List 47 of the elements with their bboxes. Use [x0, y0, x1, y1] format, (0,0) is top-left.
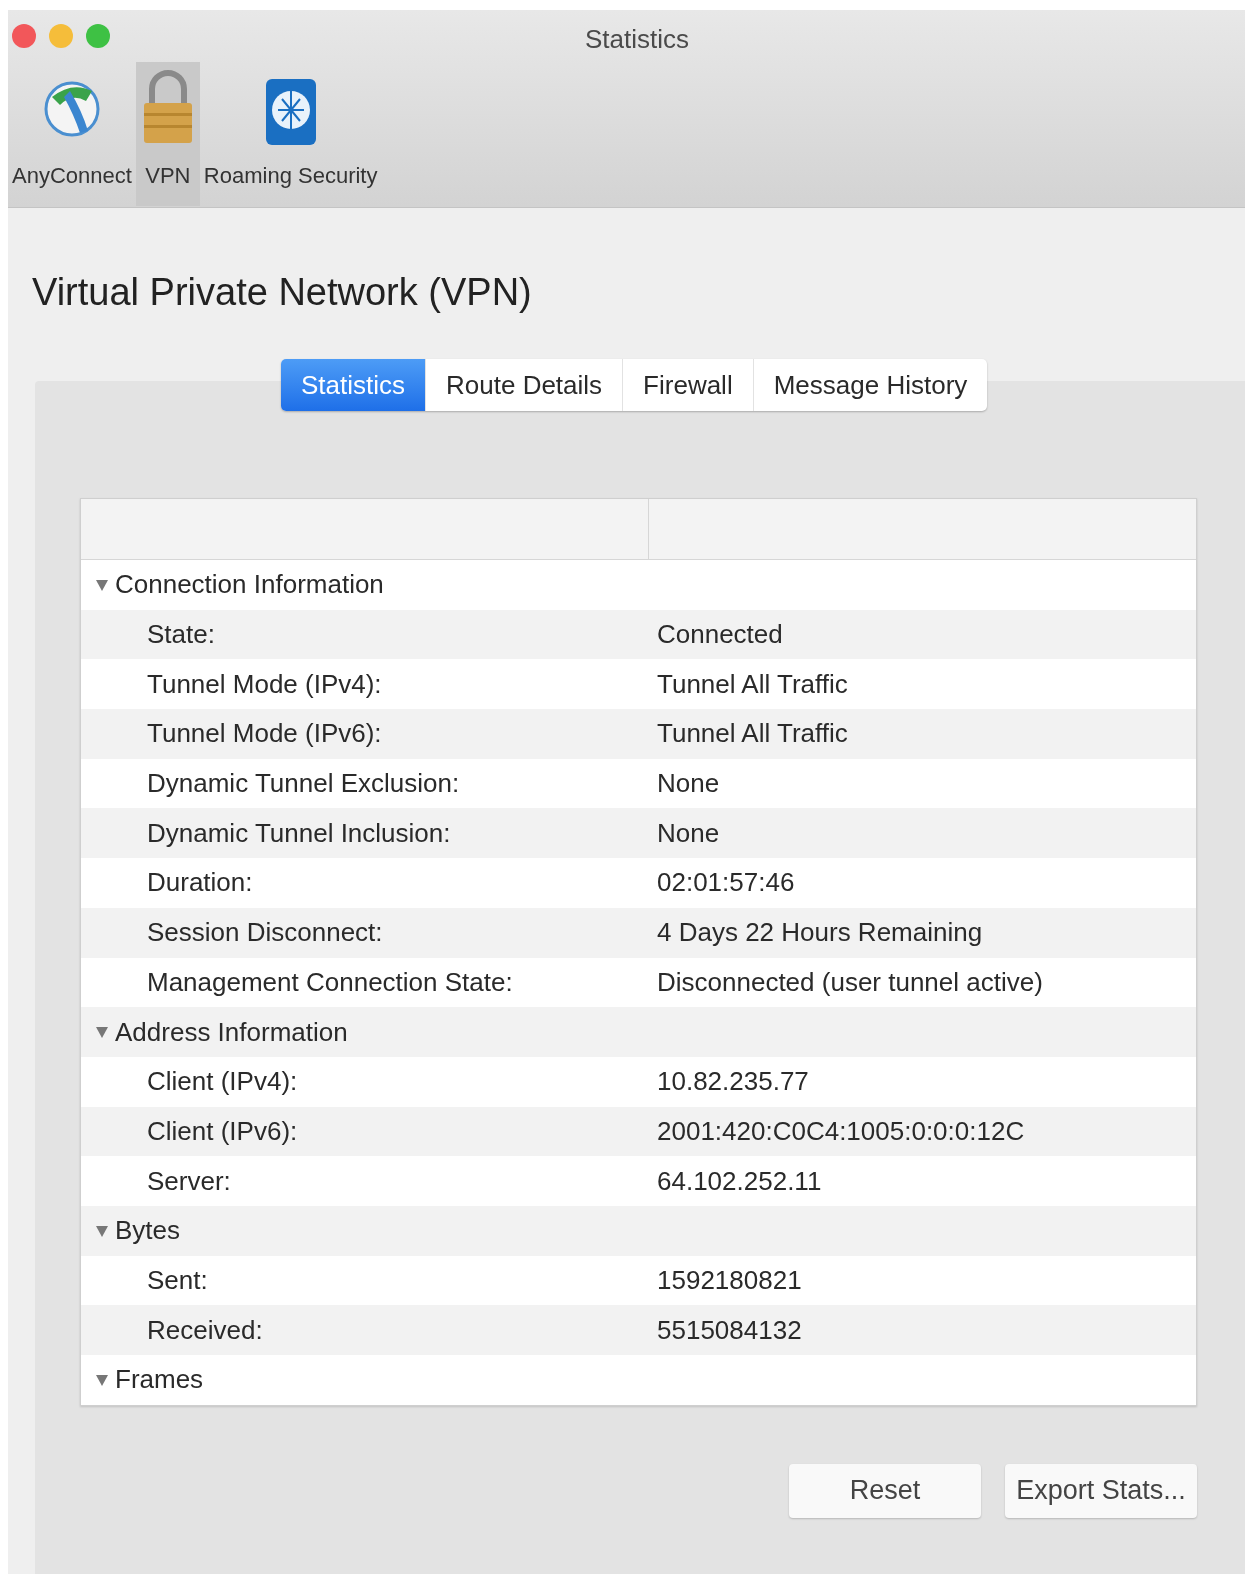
row-label: Management Connection State: [147, 965, 513, 999]
row-value: 64.102.252.11 [657, 1164, 822, 1198]
tab[interactable]: Route Details [425, 359, 623, 411]
disclosure-triangle-icon[interactable] [95, 1372, 109, 1387]
row-label: Session Disconnect: [147, 916, 383, 950]
row-value: Tunnel All Traffic [657, 717, 848, 751]
row-label: Received: [147, 1313, 263, 1347]
globe-badge-icon [263, 77, 318, 147]
disclosure-triangle-icon[interactable] [95, 577, 109, 592]
toolbar-item[interactable]: VPN [135, 62, 200, 206]
row-value: Connected [657, 618, 783, 652]
tab[interactable]: Message History [752, 359, 988, 411]
row-value: 02:01:57:46 [657, 866, 795, 900]
row-label: Client (IPv4): [147, 1065, 298, 1099]
row-value: 10.82.235.77 [657, 1065, 809, 1099]
group-label: Bytes [115, 1214, 181, 1248]
disclosure-triangle-icon[interactable] [95, 1025, 109, 1040]
group-label: Frames [115, 1363, 204, 1397]
row-value: 1592180821 [657, 1263, 802, 1297]
tab[interactable]: Firewall [622, 359, 753, 411]
action-button[interactable]: Reset [789, 1463, 981, 1518]
window-title: Statistics [585, 23, 690, 56]
tab[interactable]: Statistics [281, 359, 426, 411]
row-label: Dynamic Tunnel Inclusion: [147, 816, 451, 850]
row-value: 5515084132 [657, 1313, 802, 1347]
row-label: State: [147, 618, 215, 652]
row-label: Tunnel Mode (IPv6): [147, 717, 382, 751]
group-label: Address Information [115, 1015, 348, 1049]
row-label: Tunnel Mode (IPv4): [147, 667, 382, 701]
row-value: 2001:420:C0C4:1005:0:0:0:12C [657, 1114, 1025, 1148]
row-value: None [657, 816, 720, 850]
row-label: Duration: [147, 866, 253, 900]
toolbar-item[interactable]: AnyConnect [8, 62, 136, 206]
group-label: Connection Information [115, 568, 384, 602]
row-value: None [657, 767, 720, 801]
row-label: Server: [147, 1164, 231, 1198]
row-label: Sent: [147, 1263, 208, 1297]
row-value: Tunnel All Traffic [657, 667, 848, 701]
close-button[interactable] [12, 24, 36, 48]
row-label: Client (IPv6): [147, 1114, 298, 1148]
page-heading: Virtual Private Network (VPN) [32, 270, 533, 315]
action-button[interactable]: Export Stats... [1005, 1463, 1197, 1518]
toolbar-item[interactable]: Roaming Security [199, 62, 382, 206]
disclosure-triangle-icon[interactable] [95, 1223, 109, 1238]
row-label: Dynamic Tunnel Exclusion: [147, 767, 460, 801]
row-value: Disconnected (user tunnel active) [657, 965, 1043, 999]
row-value: 4 Days 22 Hours Remaining [657, 916, 983, 950]
